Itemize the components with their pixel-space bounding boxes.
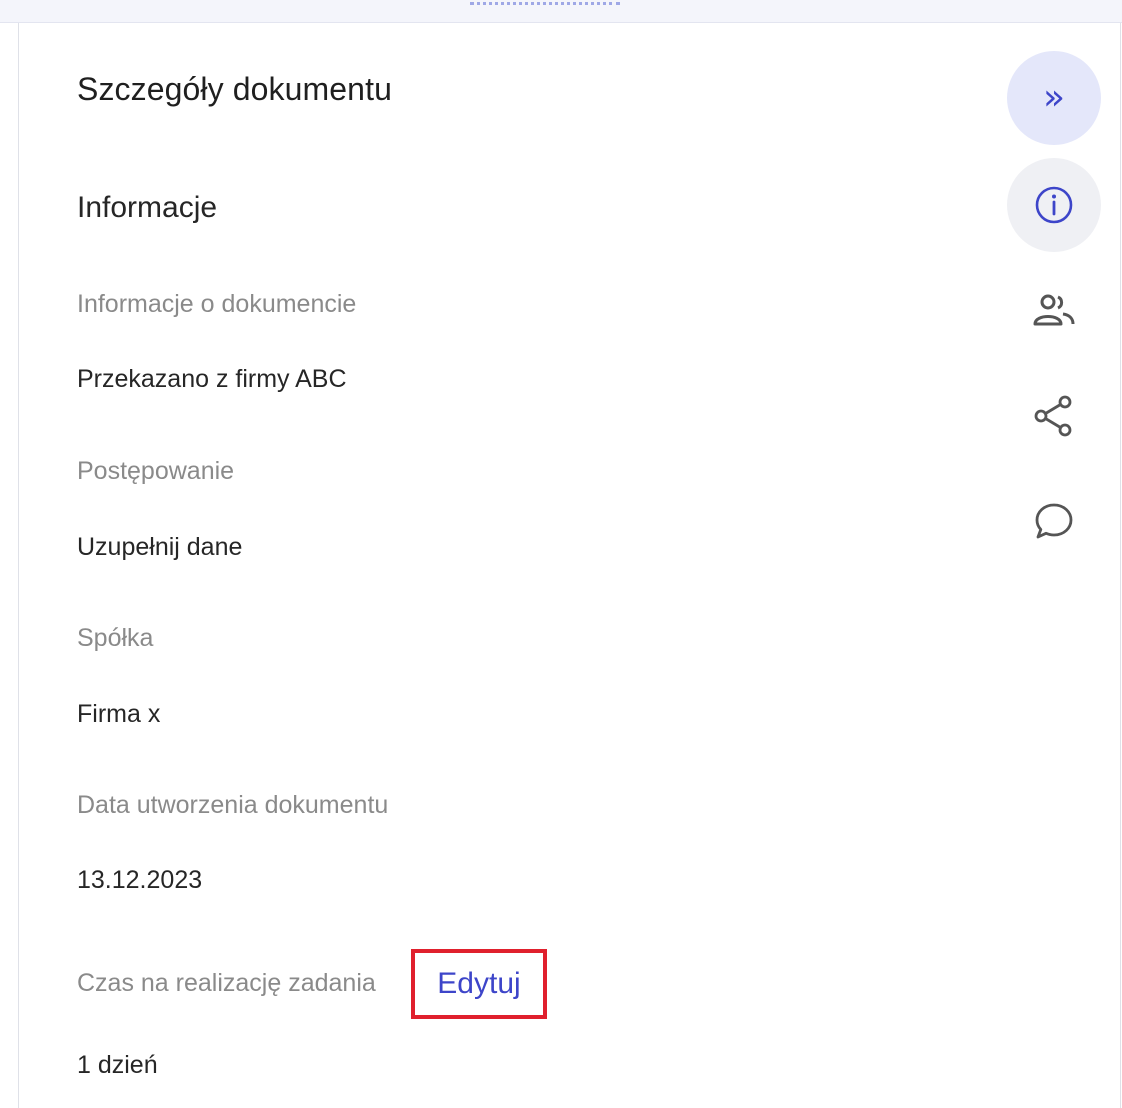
share-icon <box>1034 395 1072 437</box>
field-value-procedure: Uzupełnij dane <box>77 533 243 561</box>
field-label-procedure: Postępowanie <box>77 457 235 485</box>
field-label-document-info: Informacje o dokumencie <box>77 290 357 318</box>
field-label-company: Spółka <box>77 624 154 652</box>
top-strip <box>0 0 1122 23</box>
info-icon <box>1035 186 1073 224</box>
edit-link[interactable]: Edytuj <box>411 949 547 1019</box>
people-icon <box>1033 294 1075 326</box>
panel-title: Szczegóły dokumentu <box>77 71 392 107</box>
field-value-company: Firma x <box>77 700 161 728</box>
field-label-task-time: Czas na realizację zadania <box>77 969 376 997</box>
comment-tab-button[interactable] <box>1007 474 1101 568</box>
app-frame: Szczegóły dokumentu Informacje Informacj… <box>0 0 1122 1108</box>
field-value-document-info: Przekazano z firmy ABC <box>77 365 347 393</box>
chevrons-right-icon: » <box>1042 77 1066 118</box>
field-label-creation-date: Data utworzenia dokumentu <box>77 791 389 819</box>
info-tab-button[interactable] <box>1007 158 1101 252</box>
field-value-task-time: 1 dzień <box>77 1051 158 1079</box>
people-tab-button[interactable] <box>1007 264 1101 358</box>
field-value-creation-date: 13.12.2023 <box>77 866 203 894</box>
top-strip-fragment <box>470 2 620 11</box>
collapse-panel-button[interactable]: » <box>1007 51 1101 145</box>
document-details-panel: Szczegóły dokumentu Informacje Informacj… <box>18 23 1121 1108</box>
section-title: Informacje <box>77 191 218 224</box>
share-tab-button[interactable] <box>1007 369 1101 463</box>
comment-icon <box>1035 503 1073 539</box>
